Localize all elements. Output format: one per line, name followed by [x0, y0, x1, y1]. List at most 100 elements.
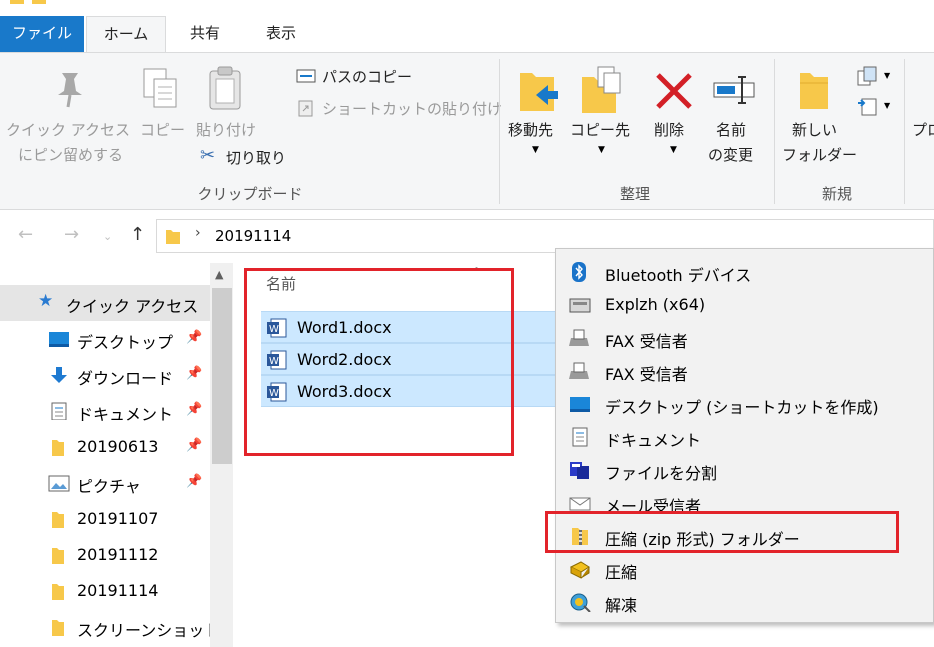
new-folder-button[interactable]: 新しい フォルダー: [780, 63, 857, 173]
cut-label: 切り取り: [226, 149, 287, 167]
nav-item-label: ピクチャ: [77, 477, 141, 496]
menu-item-explzh[interactable]: Explzh (x64): [556, 288, 934, 321]
pin-icon[interactable]: 📌: [186, 330, 202, 345]
menu-item-label: FAX 受信者: [605, 365, 688, 384]
copy-button[interactable]: コピー: [136, 63, 186, 143]
ribbon-tabs: ファイル ホーム 共有 表示: [0, 16, 934, 53]
scroll-thumb[interactable]: [212, 288, 232, 464]
up-arrow-icon[interactable]: ↑: [130, 224, 145, 245]
paste-shortcut-button[interactable]: ショートカットの貼り付け: [294, 97, 502, 119]
new-folder-label-line2: フォルダー: [782, 146, 858, 164]
nav-item-label: 20191107: [77, 509, 159, 528]
rename-button[interactable]: 名前 の変更: [704, 63, 766, 173]
chevron-down-icon: ▼: [884, 101, 891, 110]
nav-item-label: 20191114: [77, 581, 159, 600]
nav-item-folder[interactable]: スクリーンショット: [0, 609, 220, 645]
forward-arrow-icon[interactable]: →: [64, 224, 79, 245]
organize-group-title: 整理: [619, 185, 650, 203]
recent-locations-chevron-icon[interactable]: ⌄: [103, 230, 112, 243]
nav-item-downloads[interactable]: ダウンロード 📌: [0, 357, 210, 393]
scissors-icon: ✂: [200, 145, 216, 166]
paste-icon: [209, 66, 241, 110]
nav-item-folder[interactable]: 20191107: [0, 501, 210, 537]
copy-path-icon: [296, 69, 316, 83]
document-icon: [572, 427, 588, 447]
easy-access-icon: [858, 98, 877, 116]
menu-item-label: 圧縮: [605, 563, 638, 582]
new-item-icon: [857, 66, 877, 86]
move-to-button[interactable]: 移動先 ▼: [506, 63, 568, 163]
pin-icon[interactable]: 📌: [186, 438, 202, 453]
desktop-icon: [570, 397, 590, 412]
folder-icon: [52, 548, 64, 564]
menu-item-desktop-shortcut[interactable]: デスクトップ (ショートカットを作成): [556, 387, 934, 420]
fax-icon: [569, 362, 589, 379]
clipboard-group-title: クリップボード: [197, 185, 303, 203]
new-folder-icon: [800, 73, 828, 109]
cut-button[interactable]: ✂ 切り取り: [198, 145, 298, 169]
properties-button-partial[interactable]: プロ: [912, 119, 934, 140]
menu-item-fax[interactable]: FAX 受信者: [556, 321, 934, 354]
pin-to-quick-access-button[interactable]: クイック アクセス にピン留めする: [6, 63, 132, 173]
menu-item-label: ドキュメント: [605, 431, 702, 450]
scroll-up-icon[interactable]: ▲: [215, 268, 223, 281]
tab-file[interactable]: ファイル: [0, 16, 84, 52]
menu-item-compress[interactable]: 圧縮: [556, 552, 934, 585]
tab-view[interactable]: 表示: [246, 16, 316, 52]
copy-label: コピー: [140, 121, 186, 139]
nav-item-quick-access[interactable]: ★ クイック アクセス: [0, 285, 210, 321]
nav-item-label: 20190613: [77, 437, 159, 456]
nav-item-folder[interactable]: 20191112: [0, 537, 210, 573]
delete-button[interactable]: 削除 ▼: [646, 63, 702, 163]
menu-item-split-file[interactable]: ファイルを分割: [556, 453, 934, 486]
breadcrumb-current[interactable]: 20191114: [215, 227, 291, 245]
pin-icon: [58, 73, 82, 108]
rename-label-line1: 名前: [716, 121, 747, 139]
copy-path-button[interactable]: パスのコピー: [294, 65, 414, 87]
star-icon: ★: [38, 291, 54, 311]
pin-icon[interactable]: 📌: [186, 474, 202, 489]
send-to-context-menu: Bluetooth デバイス Explzh (x64) FAX 受信者 FAX …: [555, 248, 934, 623]
document-icon: [51, 402, 67, 420]
pin-icon[interactable]: 📌: [186, 366, 202, 381]
paste-button[interactable]: 貼り付け: [194, 63, 266, 143]
folder-icon: [52, 440, 64, 456]
nav-item-documents[interactable]: ドキュメント 📌: [0, 393, 210, 429]
nav-item-label: クイック アクセス: [66, 297, 199, 316]
ribbon: クイック アクセス にピン留めする コピー 貼り付け パスのコピー ショートカッ…: [0, 52, 934, 210]
nav-item-pictures[interactable]: ピクチャ 📌: [0, 465, 210, 501]
mail-icon: [569, 497, 591, 511]
explzh-icon: [569, 298, 591, 313]
group-separator: [774, 59, 775, 204]
nav-item-label: デスクトップ: [77, 333, 174, 352]
easy-access-button[interactable]: ▼: [856, 93, 896, 119]
back-arrow-icon[interactable]: ←: [18, 224, 33, 245]
copy-to-label: コピー先: [570, 121, 631, 139]
nav-item-desktop[interactable]: デスクトップ 📌: [0, 321, 210, 357]
title-strip: [0, 0, 934, 16]
new-item-button[interactable]: ▼: [856, 63, 896, 89]
pin-icon[interactable]: 📌: [186, 402, 202, 417]
copy-path-label: パスのコピー: [322, 68, 413, 86]
extract-icon: [570, 593, 591, 612]
nav-item-folder[interactable]: 20191114: [0, 573, 210, 609]
tab-home[interactable]: ホーム: [86, 16, 166, 53]
delete-label: 削除: [654, 121, 685, 139]
quick-access-toolbar-icon: [10, 0, 46, 4]
nav-item-label: 20191112: [77, 545, 159, 564]
nav-item-folder[interactable]: 20190613 📌: [0, 429, 210, 465]
rename-icon: [713, 76, 755, 104]
fax-icon: [569, 329, 589, 346]
copy-to-button[interactable]: コピー先 ▼: [568, 63, 636, 163]
pin-label-line2: にピン留めする: [18, 146, 124, 164]
download-icon: [51, 367, 67, 383]
menu-item-bluetooth[interactable]: Bluetooth デバイス: [556, 255, 934, 288]
menu-item-documents[interactable]: ドキュメント: [556, 420, 934, 453]
menu-item-fax[interactable]: FAX 受信者: [556, 354, 934, 387]
menu-item-label: デスクトップ (ショートカットを作成): [605, 398, 879, 417]
menu-item-extract[interactable]: 解凍: [556, 585, 934, 618]
chevron-down-icon: ▼: [884, 71, 891, 80]
paste-shortcut-label: ショートカットの貼り付け: [322, 100, 503, 118]
tab-share[interactable]: 共有: [170, 16, 240, 52]
breadcrumb-chevron-icon[interactable]: ›: [195, 225, 201, 241]
